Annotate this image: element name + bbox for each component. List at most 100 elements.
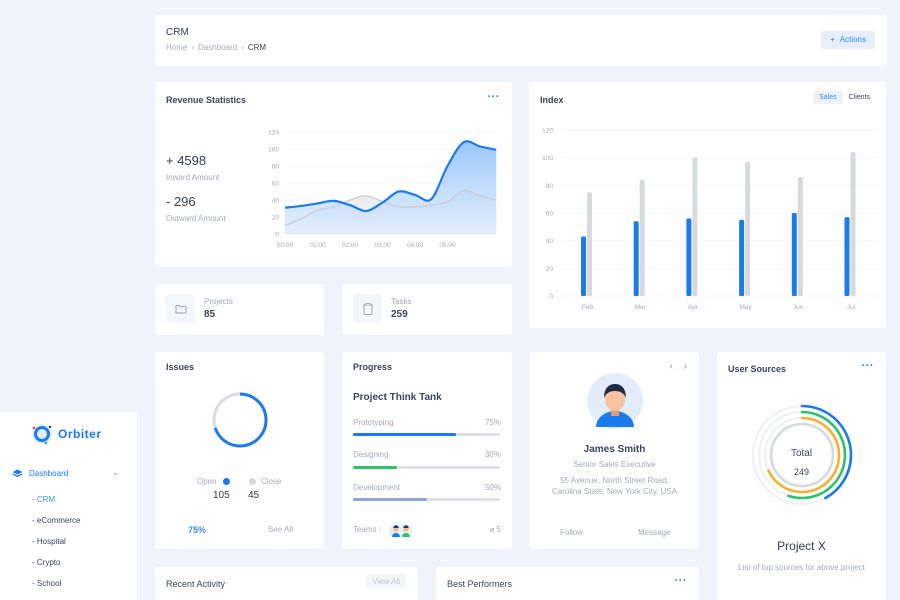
breadcrumb-home[interactable]: Home	[166, 43, 187, 52]
plus-icon: +	[830, 35, 835, 44]
close-label: Close	[261, 477, 282, 486]
follow-button[interactable]: Follow	[560, 528, 583, 537]
team-avatar-icon	[399, 524, 413, 538]
revenue-statistics-card: Revenue Statistics ··· + 4598 Inward Amo…	[155, 82, 512, 267]
orbiter-logo-icon	[32, 424, 52, 445]
teams-label: Teams :	[353, 525, 382, 534]
next-arrow-icon[interactable]: ›	[684, 361, 687, 372]
total-label: Total	[790, 448, 813, 459]
sidebar: Orbiter Dashboard ⌄ - CRM - eCommerce - …	[0, 412, 137, 600]
sidebar-item-crypto[interactable]: - Crypto	[32, 558, 60, 567]
y-tick-label: 0	[549, 294, 553, 301]
progress-label: Designing	[353, 450, 389, 459]
page-title: CRM	[166, 27, 189, 38]
progress-fill	[353, 498, 427, 501]
breadcrumb-current: CRM	[247, 43, 267, 52]
more-options-icon[interactable]: ···	[862, 360, 875, 372]
progress-value: 50%	[484, 483, 501, 492]
sidebar-item-dashboard[interactable]: Dashboard	[12, 469, 68, 478]
y-tick-label: 20	[272, 215, 280, 222]
y-tick-label: 80	[272, 164, 280, 171]
bar-sales	[581, 236, 586, 296]
y-tick-label: 120	[542, 128, 553, 135]
page-header: CRM Home › Dashboard › CRM + Actions	[155, 15, 887, 66]
breadcrumb-dashboard[interactable]: Dashboard	[198, 43, 237, 52]
x-tick-label: Jul	[847, 304, 856, 311]
stat-value: 259	[391, 309, 408, 320]
x-tick-label: Jun	[793, 304, 804, 311]
x-tick-label: Apr	[688, 304, 699, 311]
bar-clients	[745, 161, 751, 296]
layers-icon	[12, 469, 23, 478]
view-all-button[interactable]: View All	[366, 574, 406, 589]
actions-button[interactable]: + Actions	[821, 31, 875, 49]
progress-card: Progress Project Think Tank Prototyping …	[342, 352, 512, 549]
sidebar-item-ecommerce[interactable]: - eCommerce	[32, 516, 80, 525]
issues-card: Issues Open Close 105 45 75% See All	[155, 352, 324, 549]
chevron-right-icon: ›	[241, 43, 244, 52]
attachments-count[interactable]: ⌀ 5	[490, 525, 501, 534]
stat-label: Projects	[204, 297, 233, 306]
x-tick-label: 00:00	[277, 242, 294, 249]
bar-clients	[692, 157, 698, 296]
project-name: Project Think Tank	[353, 392, 442, 403]
recent-activity-card: Recent Activity View All	[155, 567, 418, 600]
card-title: Progress	[353, 362, 393, 372]
open-label: Open	[197, 477, 217, 486]
issues-percent: 75%	[188, 525, 207, 535]
issues-donut	[212, 392, 268, 448]
x-tick-label: 01:00	[309, 242, 326, 249]
bar-clients	[587, 192, 592, 296]
best-performers-card: Best Performers ···	[436, 567, 699, 600]
card-title: Best Performers	[447, 579, 513, 589]
sidebar-item-crm[interactable]: - CRM	[32, 495, 55, 504]
message-button[interactable]: Message	[638, 528, 670, 537]
more-options-icon[interactable]: ···	[675, 575, 688, 587]
bar-clients	[850, 152, 856, 296]
project-name: Project X	[777, 539, 826, 553]
project-description: List of top sources for above project	[738, 563, 865, 572]
attachments-value: 5	[496, 525, 501, 534]
total-value: 249	[793, 467, 810, 477]
y-tick-label: 120	[268, 130, 279, 137]
projects-stat-card[interactable]: Projects 85	[155, 284, 324, 335]
profile-address-line1: 55 Avenue, North Street Road,	[560, 476, 669, 485]
sidebar-item-hospital[interactable]: - Hospital	[32, 537, 66, 546]
tasks-stat-card[interactable]: Tasks 259	[342, 284, 512, 335]
y-tick-label: 0	[275, 232, 279, 239]
y-tick-label: 60	[546, 211, 554, 218]
y-tick-label: 40	[546, 238, 554, 245]
x-tick-label: Feb	[582, 304, 594, 311]
progress-label: Development	[353, 483, 401, 492]
index-card: Index Sales Clients 0 20 40 60 80 100 120 Feb Ma…	[529, 82, 886, 328]
x-tick-label: 03:00	[374, 242, 391, 249]
y-tick-label: 20	[546, 266, 554, 273]
prev-arrow-icon[interactable]: ‹	[670, 361, 673, 372]
profile-name: James Smith	[583, 444, 646, 455]
close-dot-icon	[249, 478, 256, 485]
open-dot-icon	[223, 478, 230, 485]
see-all-link[interactable]: See All	[268, 525, 293, 534]
y-tick-label: 80	[546, 183, 554, 190]
bar-sales	[844, 217, 850, 296]
chevron-down-icon[interactable]: ⌄	[112, 468, 119, 477]
index-bar-chart: 0 20 40 60 80 100 120 Feb Mar Apr May Jun Jul	[542, 128, 879, 311]
progress-fill	[353, 433, 456, 436]
bar-clients	[797, 177, 803, 296]
folder-icon	[166, 294, 195, 323]
y-tick-label: 100	[542, 155, 553, 162]
user-sources-rings	[751, 404, 853, 506]
card-title: User Sources	[728, 364, 787, 374]
open-value: 105	[213, 490, 230, 501]
user-sources-card: User Sources ··· Total 249 Project X Lis…	[717, 352, 886, 600]
brand-name: Orbiter	[58, 427, 102, 441]
breadcrumb: Home › Dashboard › CRM	[166, 43, 266, 52]
clipboard-icon	[353, 294, 382, 323]
actions-label: Actions	[839, 35, 866, 44]
y-tick-label: 100	[268, 147, 279, 154]
profile-card: ‹ › James Smith Senior Sales Executive 5…	[530, 352, 699, 549]
team-avatars[interactable]	[389, 523, 415, 539]
progress-value: 75%	[484, 418, 501, 427]
profile-address-line2: Carolina State, New York City, USA	[551, 487, 678, 496]
sidebar-item-school[interactable]: - School	[32, 579, 61, 588]
